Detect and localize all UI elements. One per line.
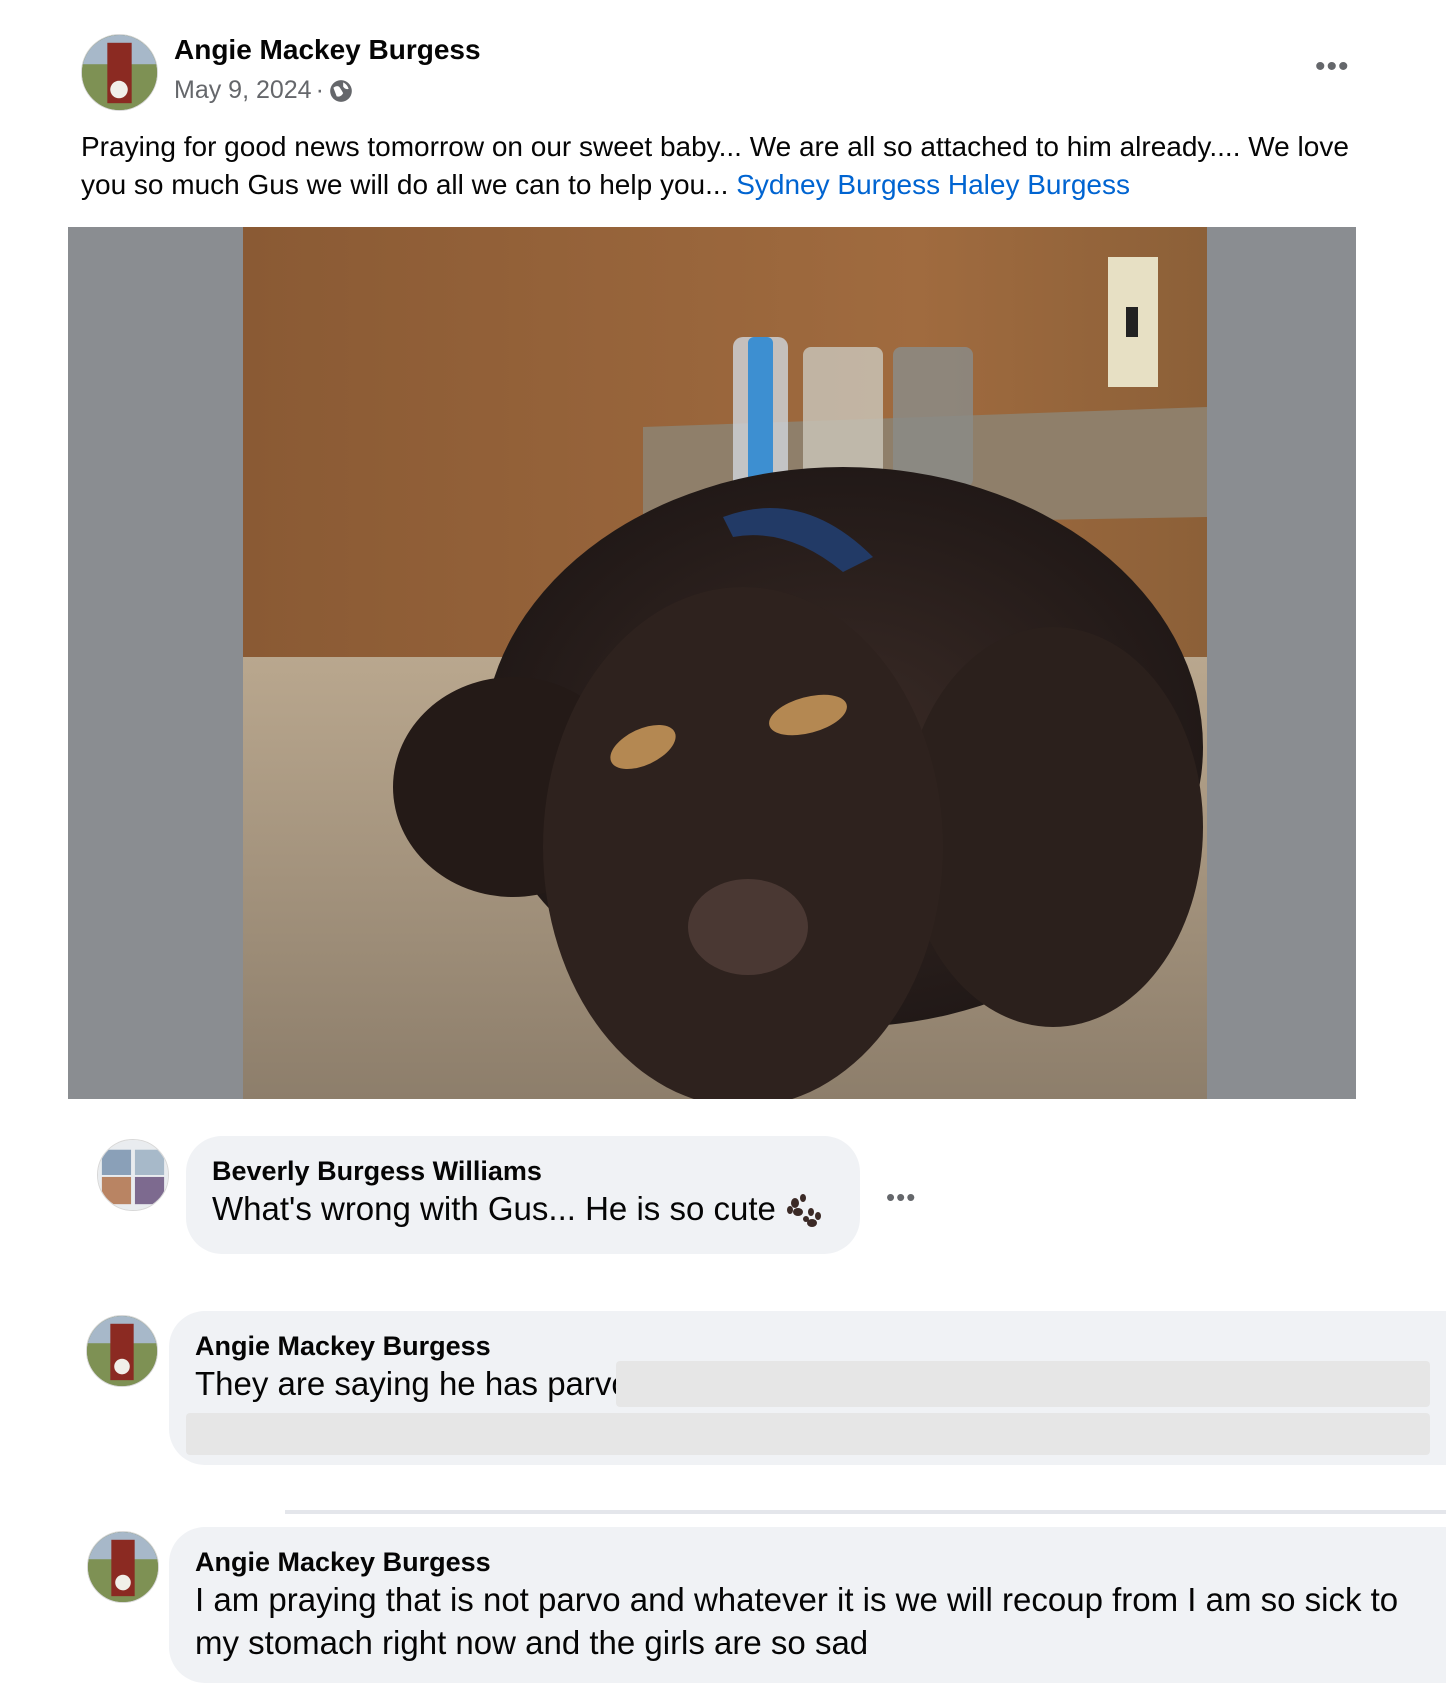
comment-author[interactable]: Angie Mackey Burgess bbox=[195, 1331, 1446, 1362]
mention-sydney-burgess[interactable]: Sydney Burgess bbox=[736, 169, 940, 200]
comment-author[interactable]: Angie Mackey Burgess bbox=[195, 1547, 1416, 1578]
comment-divider bbox=[285, 1510, 1446, 1514]
post-meta: May 9, 2024 · bbox=[174, 76, 354, 105]
post-author-name[interactable]: Angie Mackey Burgess bbox=[174, 34, 481, 66]
comment-avatar[interactable] bbox=[86, 1315, 158, 1387]
post-date[interactable]: May 9, 2024 bbox=[174, 76, 312, 105]
avatar-image bbox=[87, 1316, 157, 1386]
post-photo[interactable] bbox=[243, 227, 1207, 1099]
puppy-photo-image bbox=[243, 227, 1207, 1099]
comment-bubble: Beverly Burgess Williams What's wrong wi… bbox=[186, 1136, 860, 1254]
redacted-block bbox=[616, 1361, 1430, 1407]
post-body: Praying for good news tomorrow on our sw… bbox=[81, 131, 1349, 200]
comment-body: What's wrong with Gus... He is so cute bbox=[212, 1190, 776, 1227]
avatar-image bbox=[88, 1532, 158, 1602]
comment-bubble: Angie Mackey Burgess I am praying that i… bbox=[169, 1527, 1446, 1683]
comment-text: I am praying that is not parvo and whate… bbox=[195, 1581, 1399, 1661]
avatar-image bbox=[98, 1140, 168, 1210]
globe-icon[interactable] bbox=[328, 78, 354, 104]
redacted-block bbox=[186, 1413, 1430, 1455]
paw-prints-icon bbox=[785, 1192, 823, 1230]
comment-author[interactable]: Beverly Burgess Williams bbox=[212, 1156, 860, 1187]
comment-avatar[interactable] bbox=[87, 1531, 159, 1603]
post-text: Praying for good news tomorrow on our sw… bbox=[81, 128, 1371, 204]
comment-avatar[interactable] bbox=[97, 1139, 169, 1211]
post-date-dot: · bbox=[315, 76, 324, 104]
post-more-button[interactable]: ••• bbox=[1315, 52, 1350, 82]
mention-haley-burgess[interactable]: Haley Burgess bbox=[948, 169, 1130, 200]
post-author-avatar[interactable] bbox=[81, 34, 158, 111]
comment-more-button[interactable]: ••• bbox=[886, 1184, 916, 1210]
avatar-image bbox=[82, 35, 157, 110]
comment-text: What's wrong with Gus... He is so cute bbox=[212, 1187, 860, 1230]
